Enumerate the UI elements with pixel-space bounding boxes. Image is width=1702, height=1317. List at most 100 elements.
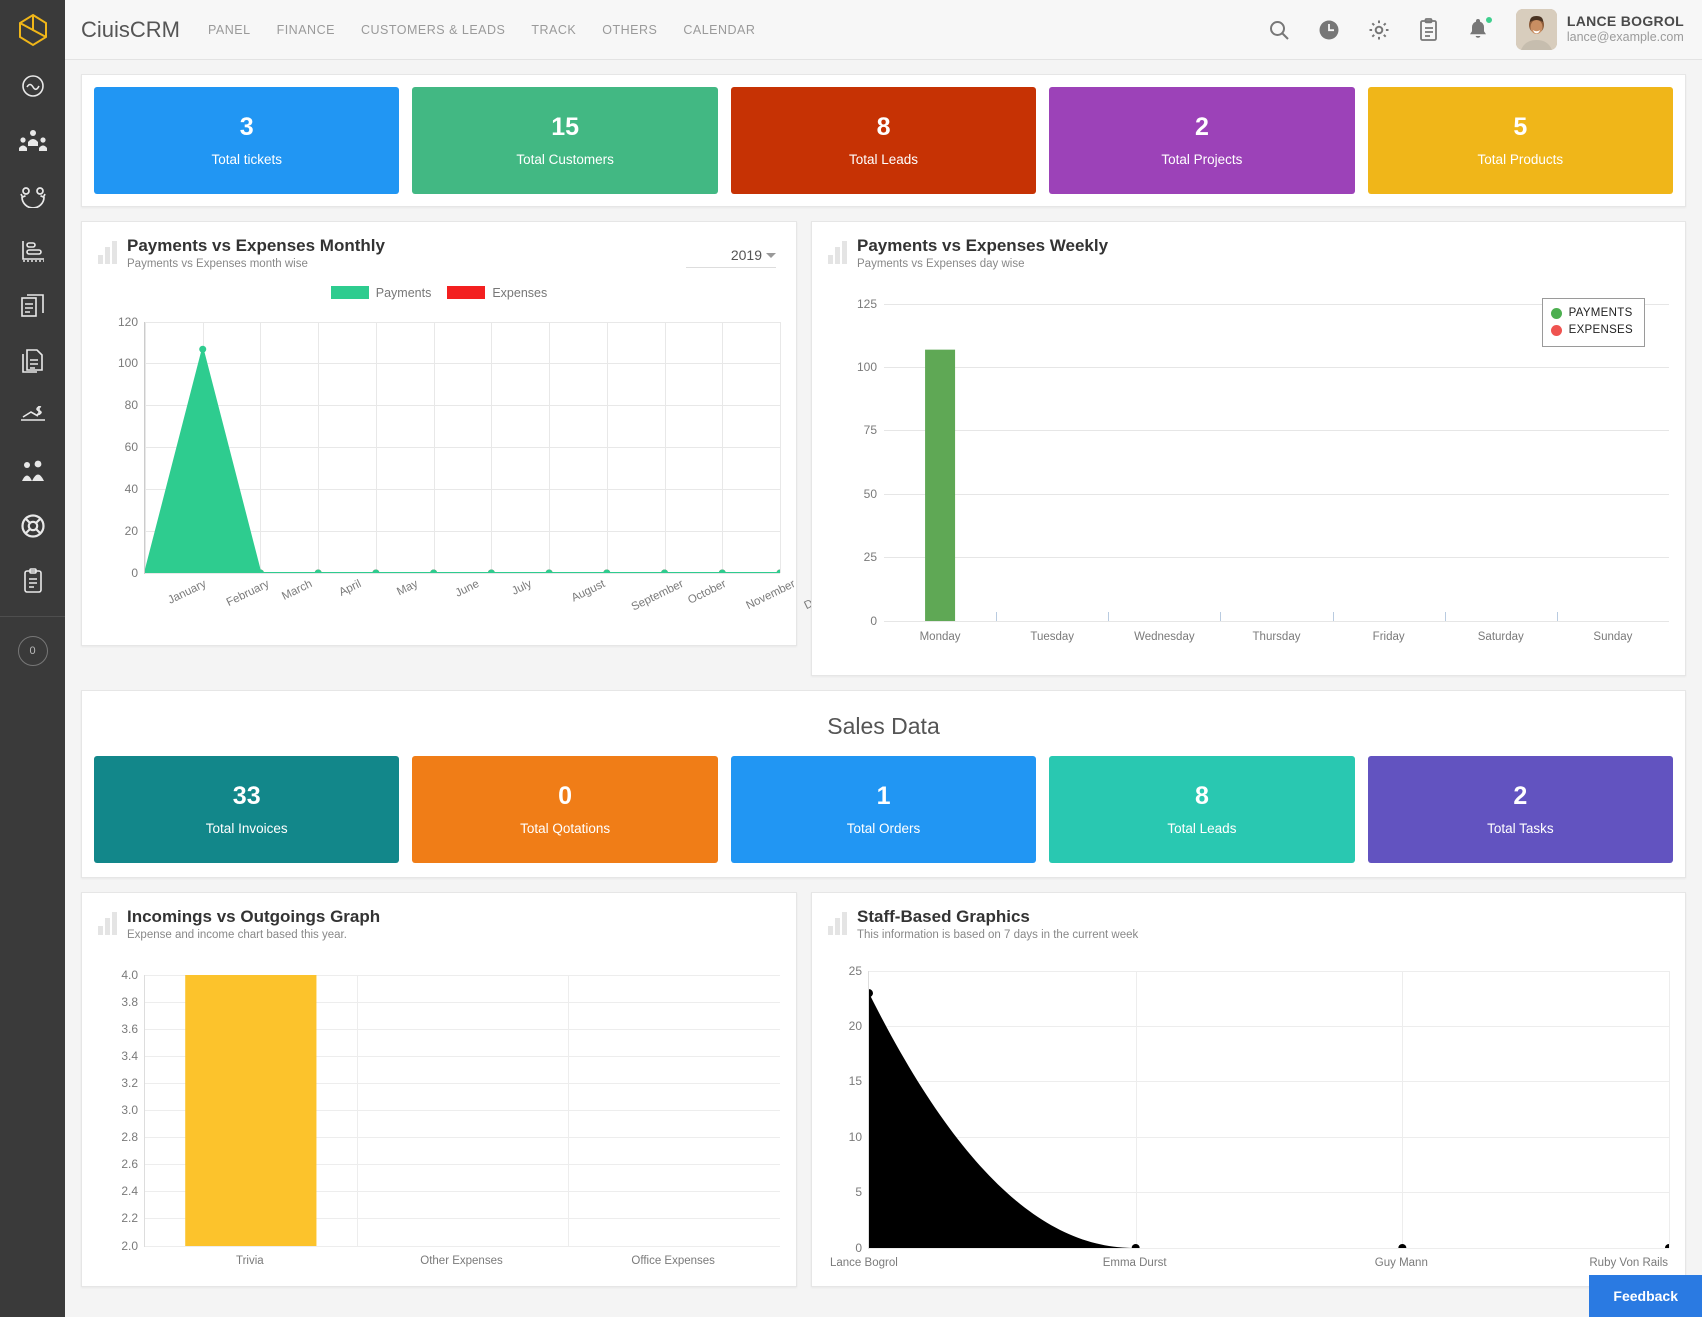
x-axis-tick-label: October [686,578,728,607]
staff-based-graphics-card: Staff-Based Graphics This information is… [811,892,1686,1287]
legend-item-payments: PAYMENTS [1551,305,1633,322]
nav-item-finance[interactable]: FINANCE [277,23,335,37]
x-axis-tick-label: Sunday [1593,631,1632,643]
x-axis-tick-label: Lance Bogrol [830,1257,898,1269]
nav-item-others[interactable]: OTHERS [602,23,657,37]
monthly-legend: Payments Expenses [98,286,780,300]
y-axis-tick-label: 125 [857,297,877,311]
user-name: LANCE BOGROL [1567,13,1684,31]
y-axis-tick-label: 0 [855,1241,862,1255]
staff-plot-area: 0510152025 [868,971,1669,1249]
activity-circle-icon [20,73,46,102]
legend-label: PAYMENTS [1569,305,1633,322]
lifebuoy-icon [20,513,46,542]
sidebar-badge-count: 0 [18,636,48,666]
stat-label: Total Leads [1167,821,1236,836]
sidebar-item-customers[interactable] [0,115,65,170]
sidebar-divider [0,616,65,617]
x-axis-tick-label: Monday [920,631,961,643]
x-axis-tick-label: August [570,578,607,604]
stat-label: Total tickets [211,152,282,167]
chart-series-layer [869,971,1669,1248]
card-subtitle: Payments vs Expenses day wise [857,258,1108,270]
weekly-legend: PAYMENTS EXPENSES [1542,298,1645,347]
sales-card-total-orders[interactable]: 1 Total Orders [731,756,1036,863]
y-axis-tick-label: 2.8 [121,1130,138,1144]
sidebar-item-reports[interactable] [0,225,65,280]
x-axis-tick-label: May [395,578,420,598]
stat-card-total-leads[interactable]: 8 Total Leads [731,87,1036,194]
sidebar-item-tasks[interactable] [0,555,65,610]
sales-card-total-tasks[interactable]: 2 Total Tasks [1368,756,1673,863]
y-axis-tick-label: 3.2 [121,1076,138,1090]
stat-card-total-projects[interactable]: 2 Total Projects [1049,87,1354,194]
sidebar-item-staff[interactable] [0,445,65,500]
top-navigation-bar: CiuisCRM PANEL FINANCE CUSTOMERS & LEADS… [65,0,1702,60]
y-axis-tick-label: 100 [118,356,138,370]
bell-icon[interactable] [1468,18,1488,41]
y-axis-tick-label: 40 [125,482,138,496]
x-axis-tick-label: Other Expenses [420,1255,502,1267]
nav-item-panel[interactable]: PANEL [208,23,251,37]
y-axis-tick-label: 80 [125,398,138,412]
file-copy-icon [20,348,45,377]
y-axis-tick-label: 2.6 [121,1157,138,1171]
sidebar-item-leads[interactable] [0,170,65,225]
card-subtitle: Payments vs Expenses month wise [127,258,385,270]
stat-label: Total Orders [847,821,921,836]
clipboard-notes-icon[interactable] [1418,18,1440,42]
main-nav: PANEL FINANCE CUSTOMERS & LEADS TRACK OT… [208,23,755,37]
stat-card-total-products[interactable]: 5 Total Products [1368,87,1673,194]
clock-icon[interactable] [1318,19,1340,41]
user-profile-menu[interactable]: LANCE BOGROL lance@example.com [1516,9,1684,50]
stat-card-total-customers[interactable]: 15 Total Customers [412,87,717,194]
sidebar-item-payments[interactable] [0,390,65,445]
app-logo[interactable] [0,0,65,60]
stat-card-total-tickets[interactable]: 3 Total tickets [94,87,399,194]
bar-chart-icon [20,239,46,266]
nav-item-customers-and-leads[interactable]: CUSTOMERS & LEADS [361,23,505,37]
money-transfer-icon [19,404,47,431]
chart-series-layer [145,322,780,573]
year-select[interactable]: 201920182017 [686,244,776,268]
sidebar-item-quotations[interactable] [0,335,65,390]
gridline [869,1248,1669,1249]
y-axis-tick-label: 15 [849,1074,862,1088]
card-title: Payments vs Expenses Monthly [127,236,385,256]
legend-item-payments: Payments [331,286,432,300]
sales-card-total-leads[interactable]: 8 Total Leads [1049,756,1354,863]
chart-series-layer [145,975,780,1246]
sidebar-item-support[interactable] [0,500,65,555]
sales-card-total-invoices[interactable]: 33 Total Invoices [94,756,399,863]
sidebar-item-dashboard[interactable] [0,60,65,115]
y-axis-tick-label: 2.2 [121,1211,138,1225]
sales-data-panel: Sales Data 33 Total Invoices 0 Total Qot… [81,690,1686,878]
x-axis-tick-label: Friday [1373,631,1405,643]
documents-stack-icon [20,293,45,322]
y-axis-tick-label: 100 [857,360,877,374]
sales-card-total-qotations[interactable]: 0 Total Qotations [412,756,717,863]
chart-series-layer [884,304,1669,621]
incomings-vs-outgoings-card: Incomings vs Outgoings Graph Expense and… [81,892,797,1287]
search-icon[interactable] [1268,19,1290,41]
brand-title[interactable]: CiuisCRM [81,17,180,43]
stat-label: Total Qotations [520,821,610,836]
sidebar-counter[interactable]: 0 [0,623,65,678]
bar-chart-icon [828,911,847,935]
legend-swatch-expenses [447,286,485,299]
bar-chart-icon [98,911,117,935]
x-axis-tick-label: Office Expenses [631,1255,715,1267]
stat-label: Total Leads [849,152,918,167]
staff-icon [19,459,47,486]
legend-label: EXPENSES [1569,322,1633,339]
feedback-button[interactable]: Feedback [1589,1275,1702,1317]
stat-value: 33 [233,784,261,809]
x-axis-tick-label: January [166,578,208,607]
sidebar-item-invoices[interactable] [0,280,65,335]
gear-icon[interactable] [1368,19,1390,41]
nav-item-track[interactable]: TRACK [531,23,576,37]
x-axis-tick-label: Trivia [236,1255,264,1267]
y-axis-tick-label: 10 [849,1130,862,1144]
nav-item-calendar[interactable]: CALENDAR [683,23,755,37]
y-axis-tick-label: 2.4 [121,1184,138,1198]
